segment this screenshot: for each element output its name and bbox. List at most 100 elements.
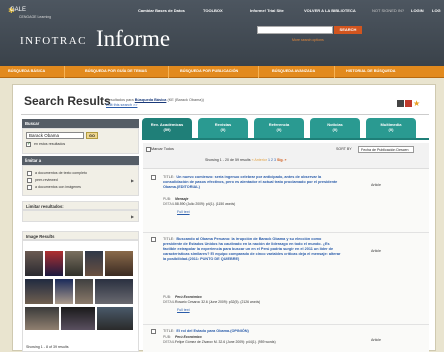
logo-infotrac: INFOTRAC bbox=[20, 35, 88, 47]
photo-thumb[interactable] bbox=[105, 251, 133, 276]
nav-historial[interactable]: HISTORIAL DE BÚSQUEDA bbox=[346, 69, 395, 73]
tab-referencia[interactable]: Referencia (0) bbox=[254, 118, 304, 138]
photo-thumb[interactable] bbox=[97, 307, 133, 330]
result-checkbox[interactable] bbox=[151, 329, 156, 334]
limitar-resultados-box: ▶ bbox=[22, 210, 139, 222]
peer-reviewed-label: peer-reviewed bbox=[35, 178, 58, 182]
results-for-query: (KE (Barack Obama)) bbox=[167, 98, 204, 102]
result-meta: PUB: Perú Económico DETAIL:Rosario Cesaro… bbox=[163, 295, 341, 304]
result-title-text[interactable]: El rol del Estado para Obama.(OPINIÓN) bbox=[176, 329, 248, 333]
logo-informe: Informe bbox=[96, 26, 171, 51]
top-link-trial[interactable]: Informe! Trial Site bbox=[250, 8, 284, 13]
nav-publicacion[interactable]: BÚSQUEDA POR PUBLICACIÓN bbox=[180, 69, 238, 73]
result-title[interactable]: TITLE: Un nuevo comienzo: sería ingenuo c… bbox=[163, 175, 341, 190]
star-icon[interactable]: ★ bbox=[413, 100, 420, 108]
results-panel: Marcar Todos SORT BY Fecha de Publicació… bbox=[143, 143, 429, 352]
image-results-count: Showing 1 - 8 of 39 results bbox=[26, 345, 69, 349]
tab-noticias[interactable]: Noticias (0) bbox=[310, 118, 360, 138]
nav-divider bbox=[334, 66, 335, 78]
result-title[interactable]: TITLE: Buscando al Obama Peruano: la irru… bbox=[163, 237, 341, 262]
photo-thumb[interactable] bbox=[85, 251, 103, 276]
tab-revistas[interactable]: Revistas (0) bbox=[198, 118, 248, 138]
result-checkbox[interactable] bbox=[151, 237, 156, 242]
photo-thumb[interactable] bbox=[65, 251, 83, 276]
top-link-login[interactable]: LOGIN bbox=[411, 8, 424, 13]
go-button[interactable]: GO bbox=[86, 132, 98, 139]
result-row: TITLE: Buscando al Obama Peruano: la irru… bbox=[143, 235, 429, 325]
full-text-link[interactable]: Full text bbox=[177, 308, 190, 312]
top-link-notsigned: NOT SIGNED IN? bbox=[372, 8, 405, 13]
main-nav: BÚSQUEDA BÁSICA BÚSQUEDA POR GUÍA DE TEM… bbox=[0, 66, 444, 78]
next-link[interactable]: Sig. » bbox=[277, 158, 287, 162]
photo-thumb[interactable] bbox=[55, 279, 73, 304]
tab-rev-academicas[interactable]: Rev. Académicas (59) bbox=[142, 118, 192, 138]
nav-guia-temas[interactable]: BÚSQUEDA POR GUÍA DE TEMAS bbox=[85, 69, 147, 73]
sort-select[interactable]: Fecha de Publicación Descen bbox=[358, 146, 414, 153]
result-type: Article bbox=[371, 183, 381, 187]
top-link-log[interactable]: LOG bbox=[432, 8, 441, 13]
image-results-box: Showing 1 - 8 of 39 results bbox=[22, 240, 139, 352]
select-all-label: Marcar Todos bbox=[151, 147, 174, 151]
nav-divider bbox=[258, 66, 259, 78]
photo-thumb[interactable] bbox=[45, 251, 63, 276]
results-controls: Marcar Todos SORT BY Fecha de Publicació… bbox=[143, 143, 429, 169]
tab-count: (59) bbox=[163, 127, 171, 132]
buscar-box: Barack Obama GO en estos resultados bbox=[22, 128, 139, 154]
top-link-volver[interactable]: VOLVER A LA BIBLIOTECA bbox=[304, 8, 356, 13]
nav-divider bbox=[64, 66, 65, 78]
nav-divider bbox=[168, 66, 169, 78]
results-for-link[interactable]: Búsqueda Básica bbox=[135, 98, 167, 102]
result-meta: PUB: Perú Económico DETAIL:Felipe Gómez d… bbox=[163, 335, 341, 344]
top-link-toolbox[interactable]: TOOLBOX bbox=[203, 8, 223, 13]
nav-busqueda-basica[interactable]: BÚSQUEDA BÁSICA bbox=[8, 69, 45, 73]
full-text-checkbox[interactable] bbox=[27, 171, 32, 176]
result-checkbox[interactable] bbox=[151, 175, 156, 180]
gale-sub: CENGAGE Learning bbox=[19, 15, 52, 19]
result-title[interactable]: TITLE: El rol del Estado para Obama.(OPIN… bbox=[163, 329, 341, 334]
detail-text: 58.590 (Julio 2009): p4(1). (1150 words) bbox=[175, 201, 236, 206]
images-checkbox[interactable] bbox=[27, 185, 32, 190]
more-search-options-link[interactable]: More search options bbox=[292, 38, 324, 42]
image-results-header: Image Results bbox=[22, 231, 139, 240]
tab-count: (0) bbox=[388, 127, 394, 132]
header-bar: ✱ GALE CENGAGE Learning Cambiar Bases de… bbox=[0, 0, 444, 66]
nav-avanzada[interactable]: BÚSQUEDA AVANZADA bbox=[272, 69, 315, 73]
results-for: Resultados para Búsqueda Básica (KE (Bar… bbox=[106, 98, 204, 102]
search-within-input[interactable]: Barack Obama bbox=[26, 132, 84, 139]
page-links[interactable]: 1 2 3 bbox=[268, 158, 276, 162]
result-title-text[interactable]: Buscando al Obama Peruano: la irrupción … bbox=[163, 237, 340, 261]
prev-link[interactable]: « Anterior bbox=[252, 158, 267, 162]
within-results-label: en estos resultados bbox=[34, 142, 66, 146]
submit-arrow-icon[interactable]: ▶ bbox=[131, 178, 134, 183]
peer-reviewed-checkbox[interactable] bbox=[27, 178, 32, 183]
limitar-header: limitar a bbox=[22, 156, 139, 165]
edit-search-link[interactable]: Edit this search >> bbox=[106, 103, 137, 107]
top-link-cambiar[interactable]: Cambiar Bases de Datos bbox=[138, 8, 185, 13]
result-meta: PUB: Mensaje DETAIL:58.590 (Julio 2009): … bbox=[163, 197, 341, 206]
photo-thumb[interactable] bbox=[75, 279, 93, 304]
photo-thumb[interactable] bbox=[61, 307, 95, 330]
content-tabs: Rev. Académicas (59) Revistas (0) Refere… bbox=[142, 118, 429, 138]
photo-thumb[interactable] bbox=[25, 279, 53, 304]
detail-text: Felipe Gómez de Zivarov M. 32.6 (June 20… bbox=[175, 339, 276, 344]
tab-multimedia[interactable]: Multimedia (0) bbox=[366, 118, 416, 138]
print-icon[interactable] bbox=[397, 100, 404, 107]
photo-thumb[interactable] bbox=[25, 251, 43, 276]
pub-name: Perú Económico bbox=[175, 295, 202, 299]
within-results-checkbox[interactable] bbox=[26, 141, 31, 147]
showing-count: Showing 1 - 20 de 59 results bbox=[205, 158, 251, 162]
tool-icons: ★ bbox=[397, 100, 427, 108]
expand-arrow-icon[interactable]: ▶ bbox=[131, 214, 134, 219]
page-title: Search Results bbox=[24, 94, 111, 108]
result-title-text[interactable]: Un nuevo comienzo: sería ingenuo celebra… bbox=[163, 175, 337, 189]
photo-thumb[interactable] bbox=[25, 307, 59, 330]
result-row: TITLE: Un nuevo comienzo: sería ingenuo c… bbox=[143, 173, 429, 233]
full-text-link[interactable]: Full text bbox=[177, 210, 190, 214]
sort-by-label: SORT BY bbox=[336, 147, 352, 151]
email-icon[interactable] bbox=[405, 100, 412, 107]
pub-name: Mensaje bbox=[175, 197, 189, 201]
result-title-label: TITLE: bbox=[163, 175, 175, 179]
photo-thumb[interactable] bbox=[95, 279, 133, 304]
header-search-input[interactable] bbox=[257, 26, 333, 34]
header-search-button[interactable]: SEARCH bbox=[334, 26, 362, 34]
